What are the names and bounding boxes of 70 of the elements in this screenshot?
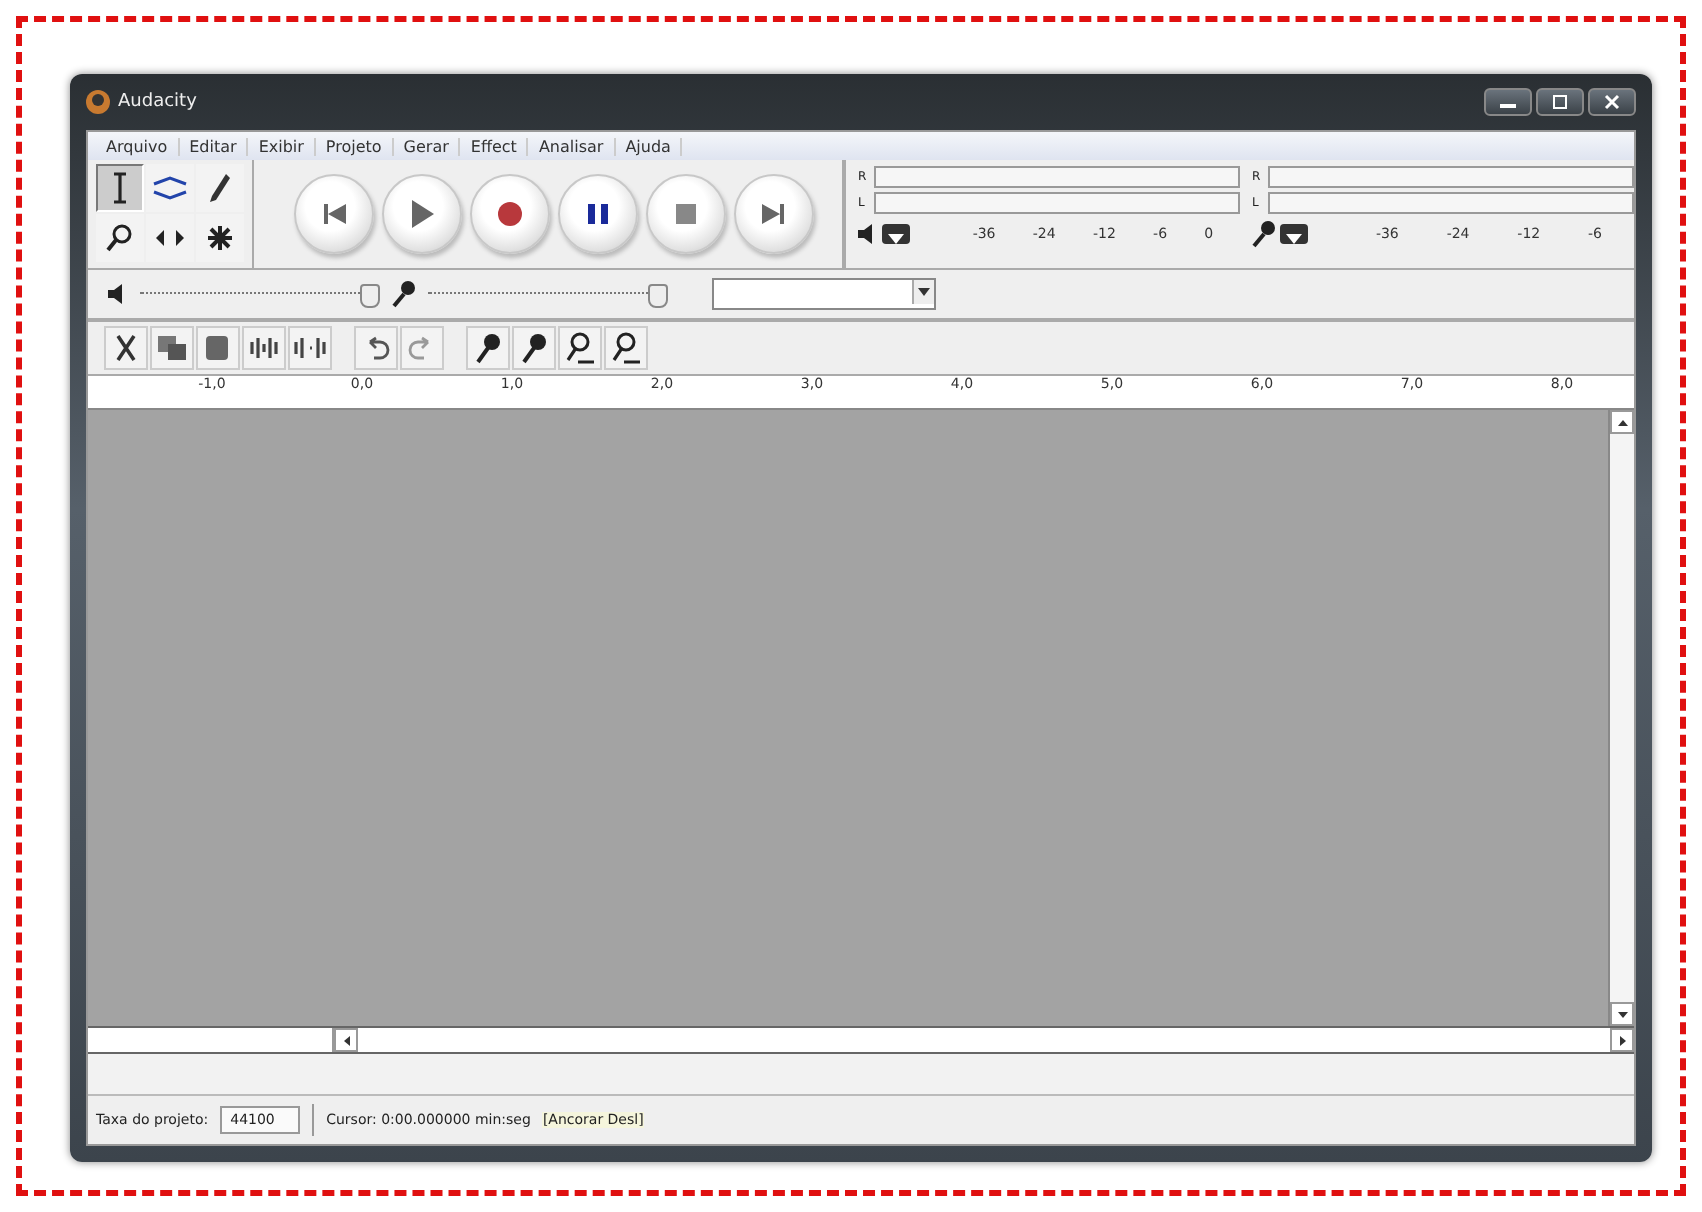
volume-slider[interactable] <box>140 282 380 306</box>
menu-item[interactable]: Gerar <box>393 137 461 155</box>
record-icon <box>498 202 522 226</box>
paste-icon <box>204 334 232 362</box>
ibeam-icon <box>110 172 130 204</box>
play-icon <box>410 200 434 228</box>
slider-thumb[interactable] <box>648 284 668 308</box>
tool-button[interactable] <box>196 214 244 262</box>
menu-item[interactable]: Exibir <box>248 137 316 155</box>
magnifier-icon <box>106 222 134 254</box>
up-arrow-icon <box>1617 419 1627 425</box>
right-arrow-icon <box>1619 1035 1625 1045</box>
waveform-icon <box>292 336 328 360</box>
input-select[interactable] <box>712 278 936 310</box>
left-arrow-icon <box>343 1035 349 1045</box>
tool-button[interactable] <box>196 164 244 212</box>
window-title: Audacity <box>118 92 199 112</box>
skip-end-icon <box>762 204 786 224</box>
maximize-button[interactable] <box>1536 88 1584 116</box>
pencil-icon <box>208 172 232 204</box>
waveform-icon <box>248 336 280 360</box>
toolbar-button[interactable] <box>242 326 286 370</box>
close-icon <box>1604 94 1620 110</box>
toolbar-button[interactable] <box>104 326 148 370</box>
toolbar-button[interactable] <box>354 326 398 370</box>
maximize-icon <box>1552 94 1568 110</box>
horizontal-scrollbar[interactable] <box>334 1028 1634 1052</box>
toolbar-button[interactable] <box>558 326 602 370</box>
scissors-icon <box>112 334 140 362</box>
copy-icon <box>156 334 188 362</box>
toolbar-button[interactable] <box>466 326 510 370</box>
toolbar-button[interactable] <box>288 326 332 370</box>
menu-item[interactable]: Editar <box>179 137 249 155</box>
speaker-icon <box>858 224 878 244</box>
toolbar-button[interactable] <box>512 326 556 370</box>
record-button[interactable] <box>470 174 550 254</box>
caret-icon <box>918 288 930 296</box>
close-button[interactable] <box>1588 88 1636 116</box>
slider-thumb[interactable] <box>360 284 380 308</box>
menu-item[interactable]: Ajuda <box>615 137 683 155</box>
tool-button[interactable] <box>96 164 144 212</box>
play-button[interactable] <box>382 174 462 254</box>
speaker-icon <box>108 284 128 304</box>
pause-icon <box>588 204 608 224</box>
tool-button[interactable] <box>146 214 194 262</box>
menu-item[interactable]: Analisar <box>528 137 616 155</box>
asterisk-icon <box>206 224 234 252</box>
toolbar-button[interactable] <box>604 326 648 370</box>
skip-start-icon <box>322 204 346 224</box>
vertical-scrollbar[interactable] <box>1608 410 1634 1026</box>
tool-button[interactable] <box>96 214 144 262</box>
pause-button[interactable] <box>558 174 638 254</box>
envelope-icon <box>152 172 188 204</box>
menu-item[interactable]: Projeto <box>315 137 394 155</box>
down-arrow-icon <box>1617 1011 1627 1017</box>
dropdown-button[interactable] <box>1280 224 1308 244</box>
stop-icon <box>676 204 696 224</box>
app-icon <box>86 90 110 114</box>
skip-button[interactable] <box>294 174 374 254</box>
tool-button[interactable] <box>146 164 194 212</box>
dropdown-button[interactable] <box>882 224 910 244</box>
double-arrow-icon <box>154 228 186 248</box>
skip-button[interactable] <box>734 174 814 254</box>
minimize-button[interactable] <box>1484 88 1532 116</box>
volume-slider[interactable] <box>428 282 668 306</box>
menu-item[interactable]: Arquivo <box>96 137 180 155</box>
menu-item[interactable]: Effect <box>460 137 529 155</box>
caret-icon <box>888 234 904 244</box>
toolbar-button[interactable] <box>150 326 194 370</box>
caret-icon <box>1286 234 1302 244</box>
